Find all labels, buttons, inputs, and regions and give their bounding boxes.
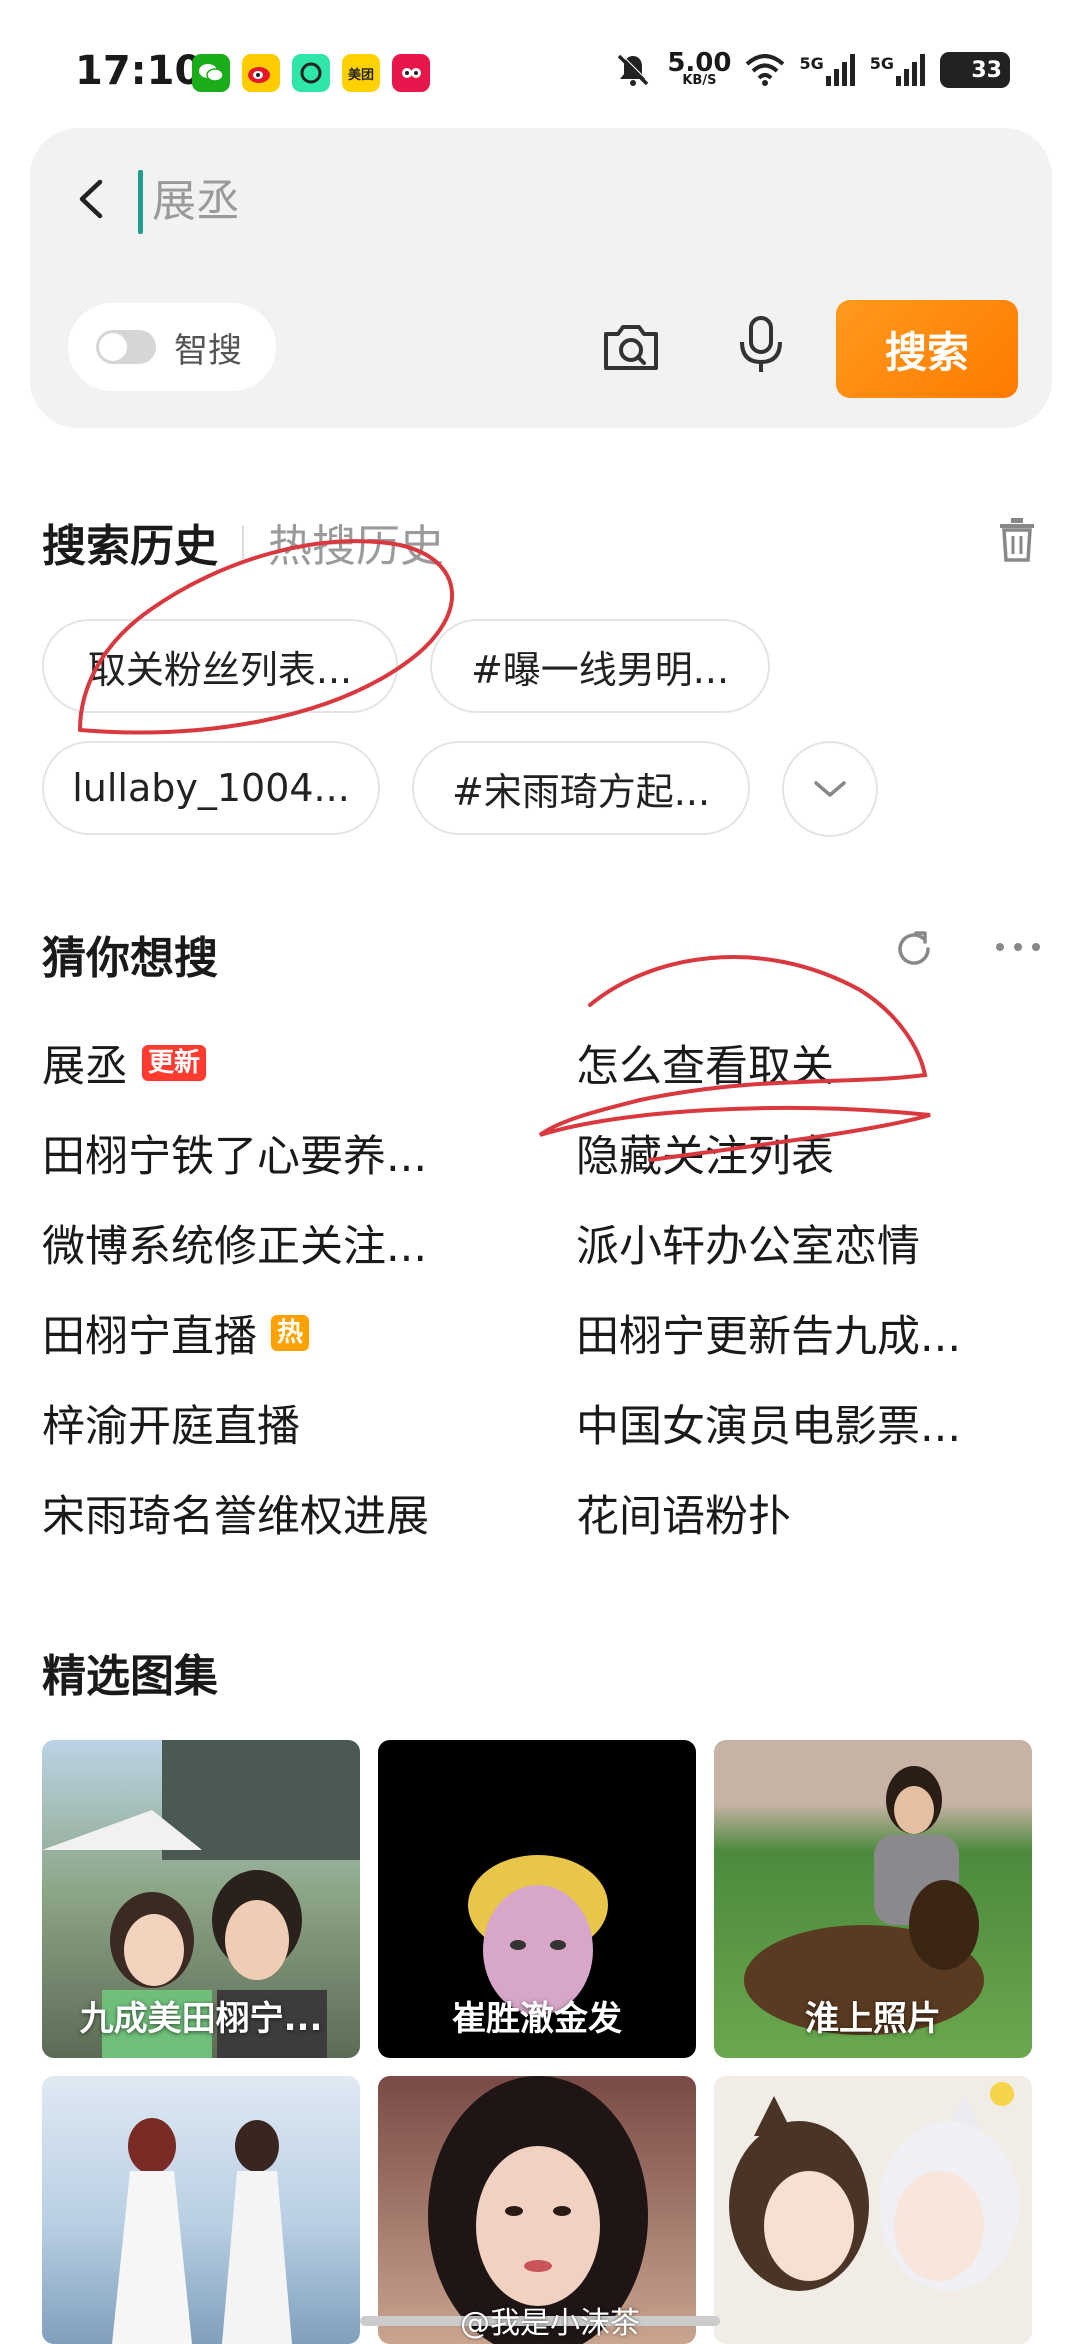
gallery-tile[interactable] <box>714 2076 1032 2344</box>
camera-icon[interactable] <box>598 314 664 380</box>
guess-item[interactable]: 花间语粉扑 <box>576 1482 791 1544</box>
search-button[interactable]: 搜索 <box>836 300 1018 398</box>
guess-item-text: 展丞 <box>42 1042 128 1092</box>
guess-item[interactable]: 中国女演员电影票... <box>576 1392 961 1454</box>
watermark: @我是小沫茶 <box>460 2306 640 2341</box>
signal-5g-1: 5G <box>799 54 855 86</box>
gallery-section-title: 精选图集 <box>42 1651 218 1702</box>
guess-item-text: 中国女演员电影票... <box>576 1402 962 1452</box>
gallery-tile[interactable]: 崔胜澈金发 <box>378 1740 696 2058</box>
women-by-sea-photo <box>112 2118 292 2344</box>
smart-search-label: 智搜 <box>174 330 242 371</box>
guess-item[interactable]: 派小轩办公室恋情 <box>576 1212 920 1274</box>
text-cursor <box>138 170 143 234</box>
gallery-tile[interactable] <box>42 2076 360 2344</box>
tab-hot-history[interactable]: 热搜历史 <box>268 510 444 574</box>
guess-item[interactable]: 微博系统修正关注... <box>42 1212 427 1274</box>
guess-item-text: 隐藏关注列表 <box>576 1132 834 1182</box>
hot-badge: 热 <box>271 1315 310 1351</box>
history-chip[interactable]: #曝一线男明... <box>430 619 770 713</box>
smart-search-toggle[interactable]: 智搜 <box>68 303 276 391</box>
guess-item-text: 梓渝开庭直播 <box>42 1402 300 1452</box>
tab-search-history[interactable]: 搜索历史 <box>42 510 218 574</box>
guess-item[interactable]: 怎么查看取关 <box>576 1032 834 1094</box>
guess-item-text: 派小轩办公室恋情 <box>576 1222 920 1272</box>
guess-item[interactable]: 田栩宁更新告九成... <box>576 1302 961 1364</box>
gallery-tile[interactable]: 九成美田栩宁... <box>42 1740 360 2058</box>
microphone-icon[interactable] <box>728 312 794 378</box>
guess-item-text: 田栩宁更新告九成... <box>576 1312 962 1362</box>
guess-item-text: 田栩宁铁了心要养... <box>42 1132 428 1182</box>
history-chip[interactable]: #宋雨琦方起... <box>412 741 750 835</box>
gallery-tile-label: 九成美田栩宁... <box>79 1999 323 2039</box>
guess-item-text: 微博系统修正关注... <box>42 1222 428 1272</box>
signal-5g-2: 5G <box>870 54 926 86</box>
guess-section-title: 猜你想搜 <box>42 933 218 984</box>
guess-item-text: 花间语粉扑 <box>576 1492 791 1542</box>
guess-item[interactable]: 梓渝开庭直播 <box>42 1392 300 1454</box>
guess-item-text: 宋雨琦名誉维权进展 <box>42 1492 429 1542</box>
toggle-switch[interactable] <box>96 330 156 364</box>
gallery-tile[interactable]: 淮上照片 <box>714 1740 1032 2058</box>
notification-app-icons: 美团 <box>192 54 430 92</box>
mute-icon <box>618 53 650 86</box>
net-speed: 5.00 KB/S <box>667 50 731 88</box>
anime-cats-illustration <box>729 2082 1019 2291</box>
signal-label-2: 5G <box>869 54 894 73</box>
more-options-icon[interactable] <box>996 940 1040 954</box>
expand-history-button[interactable] <box>782 741 878 837</box>
clock: 17:10 <box>75 48 203 94</box>
battery-indicator: 33 <box>940 52 1010 88</box>
wechat-icon <box>192 54 230 92</box>
gallery-tile-label: 崔胜澈金发 <box>452 1999 622 2039</box>
wifi-icon <box>746 54 785 86</box>
history-chip[interactable]: 取关粉丝列表... <box>42 619 398 713</box>
system-status-icons: 5.00 KB/S 5G 5G 33 <box>613 50 1010 90</box>
status-bar: 17:10 美团 5.00 KB/S 5G 5G 33 <box>0 0 1080 130</box>
history-chip[interactable]: lullaby_1004... <box>42 741 380 835</box>
signal-label-1: 5G <box>799 54 824 73</box>
battery-level: 33 <box>971 57 1002 83</box>
refresh-icon[interactable] <box>890 925 938 973</box>
guess-item-text: 怎么查看取关 <box>576 1042 834 1092</box>
guess-item-text: 田栩宁直播 <box>42 1312 257 1362</box>
signal-bars-icon <box>825 54 855 86</box>
guess-item[interactable]: 田栩宁铁了心要养... <box>42 1122 427 1184</box>
guess-item[interactable]: 田栩宁直播 热 <box>42 1302 310 1364</box>
search-panel: 智搜 搜索 <box>30 128 1052 428</box>
weibo-icon <box>242 54 280 92</box>
chevron-down-icon <box>814 781 846 797</box>
history-tabs: 搜索历史 热搜历史 <box>42 510 444 574</box>
gallery-tile-label: 淮上照片 <box>805 1999 941 2039</box>
trash-icon[interactable] <box>996 516 1038 562</box>
guess-item[interactable]: 展丞 更新 <box>42 1032 207 1094</box>
tab-divider <box>242 525 244 559</box>
signal-bars-icon <box>896 54 925 86</box>
search-input[interactable] <box>152 166 872 236</box>
update-badge: 更新 <box>142 1045 207 1081</box>
bird-app-icon <box>392 54 430 92</box>
guess-item[interactable]: 隐藏关注列表 <box>576 1122 834 1184</box>
guess-item[interactable]: 宋雨琦名誉维权进展 <box>42 1482 429 1544</box>
meituan-icon: 美团 <box>342 54 380 92</box>
back-arrow-icon[interactable] <box>68 174 118 224</box>
camera-app-icon <box>292 54 330 92</box>
